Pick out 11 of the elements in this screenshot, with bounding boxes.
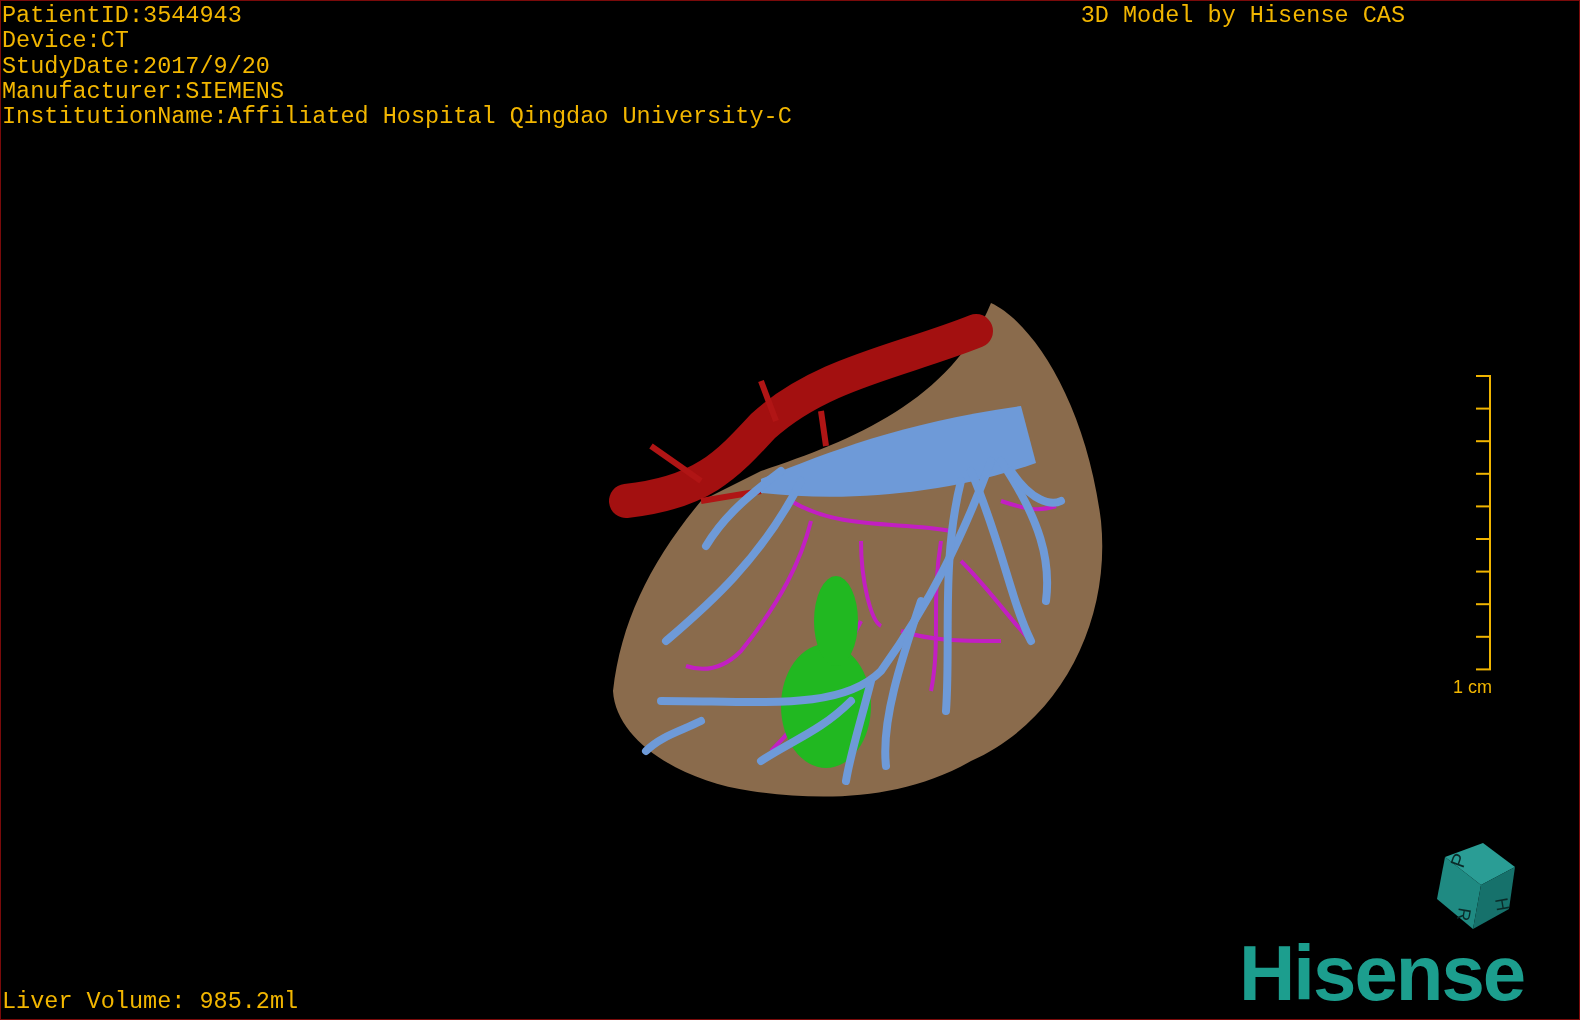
cube-face-label: R — [1452, 906, 1475, 923]
patient-info-text: InstitutionName:Affiliated Hospital Qingdao University-C — [2, 104, 792, 130]
cube-face-label: H — [1491, 896, 1513, 913]
viewer-title: 3D Model by Hisense CAS — [1080, 3, 1405, 29]
cube-face-label: P — [1446, 850, 1472, 871]
patient-info-text: StudyDate:2017/9/20 — [2, 53, 271, 79]
patient-info-text: PatientID:3544943 — [2, 3, 243, 29]
scale-label: 1 cm — [1453, 677, 1492, 697]
patient-info-text: Manufacturer:SIEMENS — [2, 78, 286, 105]
liver-volume-text: Liver Volume: 985.2ml — [1, 989, 299, 1017]
patient-info-text: Device:CT — [2, 28, 130, 54]
